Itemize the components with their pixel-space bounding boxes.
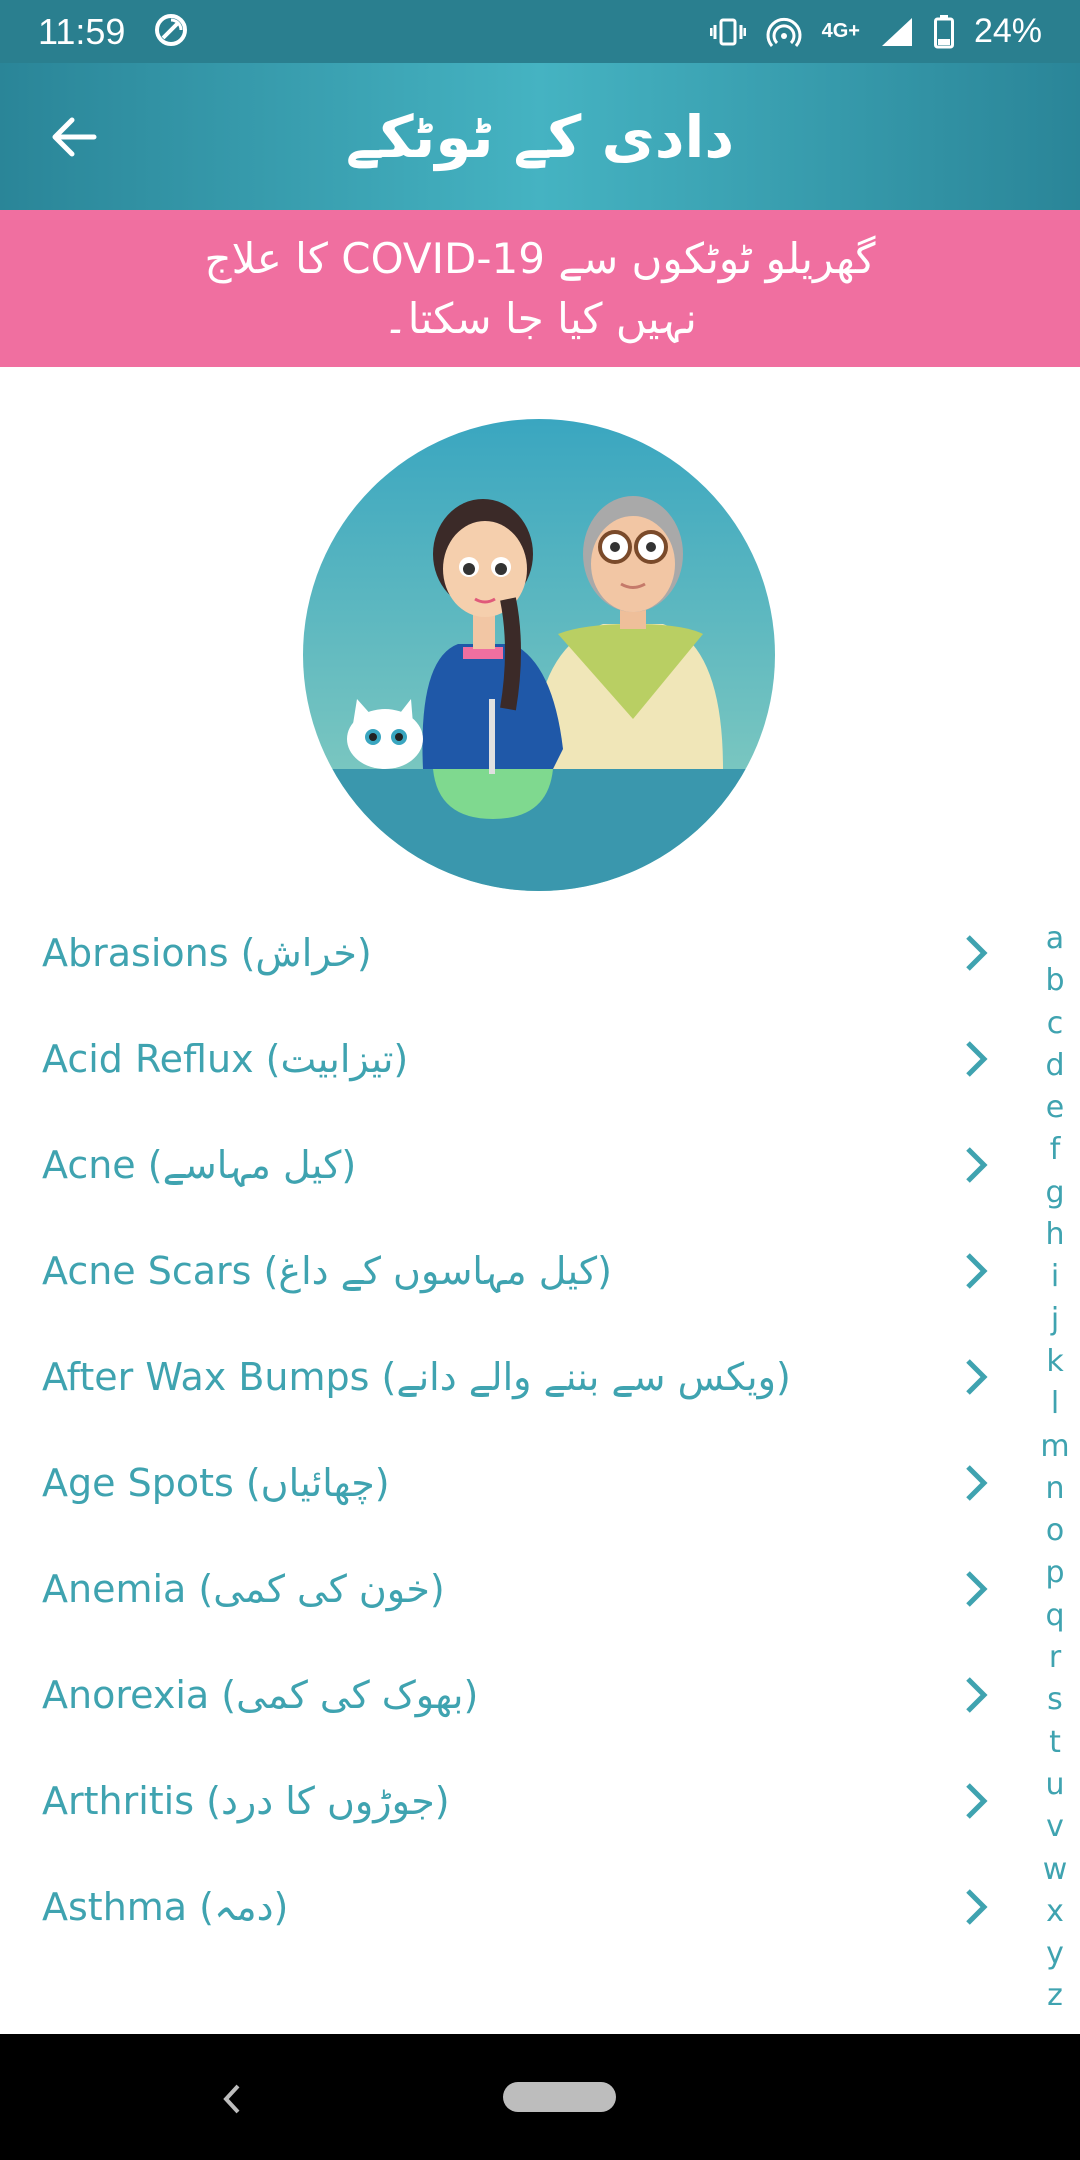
alphabet-index-letter[interactable]: r bbox=[1049, 1637, 1061, 1679]
chevron-right-icon bbox=[966, 1041, 988, 1077]
alphabet-index-letter[interactable]: e bbox=[1046, 1087, 1064, 1129]
alphabet-index-letter[interactable]: k bbox=[1046, 1341, 1063, 1383]
page-title: دادی کے ٹوٹکے bbox=[345, 102, 735, 171]
list-item[interactable]: Acne (کیل مہاسے) bbox=[0, 1112, 1030, 1218]
app-bar: دادی کے ٹوٹکے bbox=[0, 63, 1080, 210]
alphabet-index-letter[interactable]: p bbox=[1045, 1552, 1064, 1594]
list-item-label: After Wax Bumps (ویکس سے بننے والے دانے) bbox=[42, 1355, 791, 1399]
list-item-label: Anorexia (بھوک کی کمی) bbox=[42, 1673, 479, 1717]
list-item-label: Asthma (دمہ) bbox=[42, 1885, 289, 1929]
list-item[interactable]: After Wax Bumps (ویکس سے بننے والے دانے) bbox=[0, 1324, 1030, 1430]
list-item[interactable]: Arthritis (جوڑوں کا درد) bbox=[0, 1748, 1030, 1854]
list-item-label: Acid Reflux (تیزابیت) bbox=[42, 1037, 409, 1081]
back-button[interactable] bbox=[46, 109, 102, 165]
list-item[interactable]: Age Spots (چھائیاں) bbox=[0, 1430, 1030, 1536]
chevron-right-icon bbox=[966, 1889, 988, 1925]
alphabet-index-letter[interactable]: d bbox=[1045, 1045, 1064, 1087]
list-item[interactable]: Abrasions (خراش) bbox=[0, 900, 1030, 1006]
navigation-bar bbox=[0, 2034, 1080, 2160]
list-item-label: Acne Scars (کیل مہاسوں کے داغ) bbox=[42, 1249, 612, 1293]
alphabet-index-letter[interactable]: m bbox=[1040, 1426, 1069, 1468]
alphabet-index-letter[interactable]: l bbox=[1051, 1383, 1059, 1425]
battery-icon bbox=[933, 14, 954, 49]
signal-icon bbox=[880, 16, 914, 48]
alphabet-index-letter[interactable]: w bbox=[1043, 1849, 1068, 1891]
remedies-list: Abrasions (خراش) Acid Reflux (تیزابیت) A… bbox=[0, 900, 1030, 2010]
alphabet-index-letter[interactable]: b bbox=[1045, 960, 1064, 1002]
chevron-right-icon bbox=[966, 1465, 988, 1501]
alphabet-index-letter[interactable]: g bbox=[1045, 1172, 1064, 1214]
chevron-right-icon bbox=[966, 1147, 988, 1183]
banner-line-2: نہیں کیا جا سکتا۔ bbox=[383, 293, 697, 343]
chevron-right-icon bbox=[966, 1571, 988, 1607]
alphabet-index-letter[interactable]: q bbox=[1045, 1595, 1064, 1637]
status-time: 11:59 bbox=[38, 10, 126, 52]
alphabet-index[interactable]: abcdefghijklmnopqrstuvwxyz bbox=[1030, 918, 1080, 2018]
alphabet-index-letter[interactable]: n bbox=[1045, 1468, 1064, 1510]
status-bar: 11:59 4G+ 24% bbox=[0, 0, 1080, 63]
list-item-label: Abrasions (خراش) bbox=[42, 931, 372, 975]
alphabet-index-letter[interactable]: h bbox=[1045, 1214, 1064, 1256]
list-item[interactable]: Anemia (خون کی کمی) bbox=[0, 1536, 1030, 1642]
sync-icon bbox=[153, 12, 189, 52]
alphabet-index-letter[interactable]: v bbox=[1046, 1806, 1064, 1848]
list-item[interactable]: Asthma (دمہ) bbox=[0, 1854, 1030, 1960]
alphabet-index-letter[interactable]: y bbox=[1046, 1933, 1064, 1975]
chevron-right-icon bbox=[966, 1253, 988, 1289]
list-item-label: Age Spots (چھائیاں) bbox=[42, 1461, 390, 1505]
nav-back-icon[interactable] bbox=[218, 2082, 248, 2116]
alphabet-index-letter[interactable]: j bbox=[1051, 1299, 1059, 1341]
list-item[interactable]: Anorexia (بھوک کی کمی) bbox=[0, 1642, 1030, 1748]
network-type: 4G+ bbox=[821, 20, 860, 42]
list-item-label: Anemia (خون کی کمی) bbox=[42, 1567, 445, 1611]
chevron-right-icon bbox=[966, 935, 988, 971]
alphabet-index-letter[interactable]: f bbox=[1050, 1129, 1061, 1171]
home-pill[interactable] bbox=[503, 2082, 616, 2112]
battery-percent: 24% bbox=[973, 12, 1042, 50]
vibrate-icon bbox=[709, 17, 746, 47]
alphabet-index-letter[interactable]: a bbox=[1046, 918, 1064, 960]
banner-line-1: گھریلو ٹوٹکوں سے COVID-19 کا علاج bbox=[204, 233, 876, 283]
alphabet-index-letter[interactable]: i bbox=[1051, 1256, 1059, 1298]
list-item-label: Acne (کیل مہاسے) bbox=[42, 1143, 357, 1187]
alphabet-index-letter[interactable]: s bbox=[1047, 1679, 1063, 1721]
hotspot-icon bbox=[766, 16, 802, 48]
alphabet-index-letter[interactable]: c bbox=[1047, 1003, 1064, 1045]
grandmother-illustration bbox=[303, 419, 775, 891]
alphabet-index-letter[interactable]: x bbox=[1046, 1891, 1064, 1933]
chevron-right-icon bbox=[966, 1783, 988, 1819]
chevron-right-icon bbox=[966, 1677, 988, 1713]
alphabet-index-letter[interactable]: u bbox=[1045, 1764, 1064, 1806]
list-item[interactable]: Acid Reflux (تیزابیت) bbox=[0, 1006, 1030, 1112]
alphabet-index-letter[interactable]: t bbox=[1049, 1722, 1061, 1764]
alphabet-index-letter[interactable]: z bbox=[1047, 1975, 1063, 2017]
alphabet-index-letter[interactable]: o bbox=[1046, 1510, 1064, 1552]
chevron-right-icon bbox=[966, 1359, 988, 1395]
covid-warning-banner: گھریلو ٹوٹکوں سے COVID-19 کا علاج نہیں ک… bbox=[0, 210, 1080, 367]
arrow-left-icon bbox=[52, 117, 97, 156]
list-item-label: Arthritis (جوڑوں کا درد) bbox=[42, 1779, 450, 1823]
list-item[interactable]: Acne Scars (کیل مہاسوں کے داغ) bbox=[0, 1218, 1030, 1324]
